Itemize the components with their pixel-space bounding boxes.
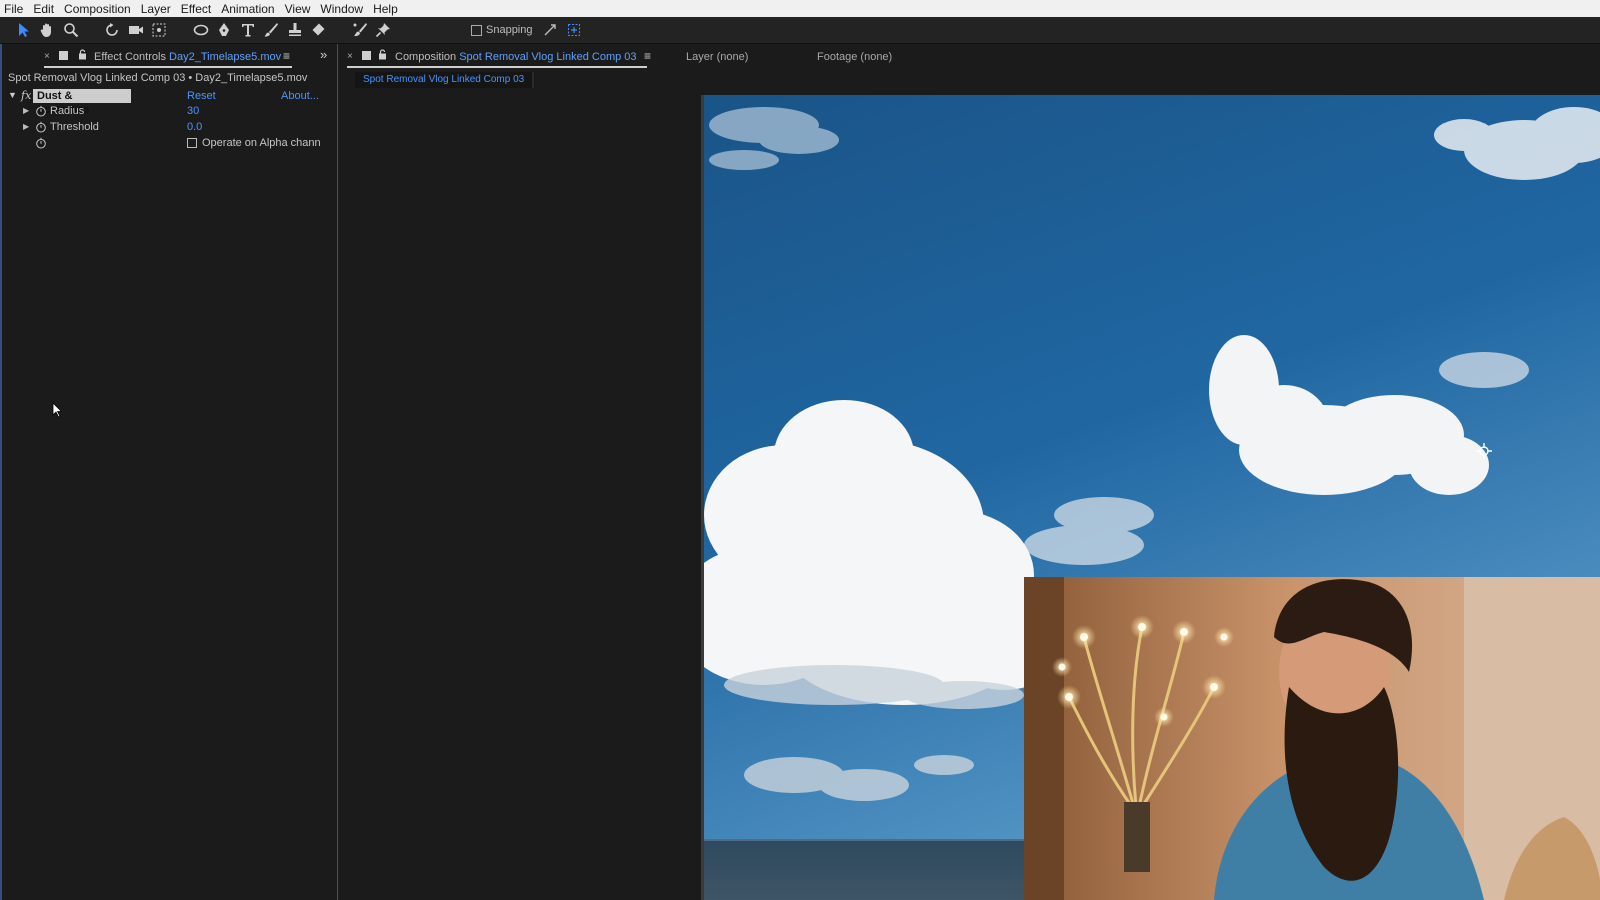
tab-composition[interactable]: Composition Spot Removal Vlog Linked Com… <box>395 51 637 63</box>
menu-help[interactable]: Help <box>373 2 398 16</box>
pan-behind-tool-icon[interactable] <box>150 21 169 40</box>
property-row-radius: ▶ Radius 30 <box>2 104 336 119</box>
snap-options-icon[interactable] <box>541 21 560 40</box>
composition-tabbar: × Composition Spot Removal Vlog Linked C… <box>339 44 1600 70</box>
close-icon[interactable]: × <box>44 51 50 62</box>
mouse-cursor-icon <box>52 402 63 421</box>
ellipse-tool-icon[interactable] <box>191 21 210 40</box>
lock-icon[interactable] <box>378 49 387 63</box>
menu-bar: File Edit Composition Layer Effect Anima… <box>0 0 1600 17</box>
effect-controls-tabbar: × Effect Controls Day2_Timelapse5.mov ≡ … <box>2 44 337 70</box>
triangle-down-icon[interactable]: ▼ <box>8 90 17 100</box>
menu-layer[interactable]: Layer <box>141 2 171 16</box>
stopwatch-icon[interactable] <box>35 121 47 136</box>
panel-tab-icon <box>362 51 371 60</box>
composition-frame-image <box>704 95 1600 900</box>
stopwatch-icon[interactable] <box>35 137 47 152</box>
panel-menu-icon[interactable]: ≡ <box>644 49 651 63</box>
effect-controls-panel: × Effect Controls Day2_Timelapse5.mov ≡ … <box>0 44 338 900</box>
puppet-pin-tool-icon[interactable] <box>374 21 393 40</box>
roto-brush-tool-icon[interactable] <box>350 21 369 40</box>
property-row-alpha: Operate on Alpha chann <box>2 136 336 151</box>
menu-file[interactable]: File <box>4 2 23 16</box>
camera-tool-icon[interactable] <box>126 21 145 40</box>
snapping-toggle[interactable]: Snapping <box>471 24 533 36</box>
menu-animation[interactable]: Animation <box>221 2 274 16</box>
tab-effect-controls[interactable]: Effect Controls Day2_Timelapse5.mov <box>94 51 281 63</box>
pen-tool-icon[interactable] <box>215 21 234 40</box>
snap-feather-icon[interactable] <box>564 21 583 40</box>
fx-icon[interactable]: fx <box>21 89 31 102</box>
snapping-checkbox[interactable] <box>471 24 482 36</box>
menu-composition[interactable]: Composition <box>64 2 131 16</box>
zoom-tool-icon[interactable] <box>61 21 80 40</box>
hand-tool-icon[interactable] <box>38 21 57 40</box>
lock-icon[interactable] <box>78 49 87 63</box>
threshold-value[interactable]: 0.0 <box>187 121 202 133</box>
layer-path: Spot Removal Vlog Linked Comp 03 • Day2_… <box>8 72 308 84</box>
tab-layer[interactable]: Layer (none) <box>686 51 748 63</box>
panel-menu-icon[interactable]: ≡ <box>283 49 290 63</box>
composition-viewer[interactable] <box>701 95 1600 900</box>
panel-tab-icon <box>59 51 68 60</box>
menu-effect[interactable]: Effect <box>181 2 211 16</box>
eraser-tool-icon[interactable] <box>309 21 328 40</box>
effect-name[interactable]: Dust & Scratches <box>33 89 131 116</box>
about-button[interactable]: About... <box>281 90 319 102</box>
menu-window[interactable]: Window <box>320 2 363 16</box>
snapping-label: Snapping <box>486 24 533 36</box>
composition-breadcrumb[interactable]: Spot Removal Vlog Linked Comp 03 <box>355 72 535 88</box>
checkbox-label: Operate on Alpha chann <box>202 137 321 149</box>
menu-view[interactable]: View <box>285 2 311 16</box>
property-name: Threshold <box>50 121 99 133</box>
property-row-threshold: ▶ Threshold 0.0 <box>2 120 336 135</box>
chevron-double-right-icon[interactable]: » <box>320 47 327 62</box>
selection-tool-icon[interactable] <box>14 21 33 40</box>
radius-value[interactable]: 30 <box>187 105 199 117</box>
composition-panel: × Composition Spot Removal Vlog Linked C… <box>339 44 1600 900</box>
property-name: Radius <box>50 105 85 117</box>
stopwatch-icon[interactable] <box>35 105 47 120</box>
type-tool-icon[interactable] <box>238 21 257 40</box>
menu-edit[interactable]: Edit <box>33 2 54 16</box>
close-icon[interactable]: × <box>347 51 353 62</box>
tools-toolbar: Snapping <box>0 17 1600 44</box>
clone-stamp-tool-icon[interactable] <box>285 21 304 40</box>
reset-button[interactable]: Reset <box>187 90 216 102</box>
tab-footage[interactable]: Footage (none) <box>817 51 892 63</box>
operate-on-alpha-checkbox[interactable] <box>187 138 197 148</box>
anchor-point-icon[interactable] <box>1476 443 1492 459</box>
triangle-right-icon[interactable]: ▶ <box>23 106 29 115</box>
brush-tool-icon[interactable] <box>262 21 281 40</box>
rotate-tool-icon[interactable] <box>103 21 122 40</box>
triangle-right-icon[interactable]: ▶ <box>23 122 29 131</box>
effect-header-row[interactable]: ▼ fx Dust & Scratches Reset About... <box>2 89 336 116</box>
